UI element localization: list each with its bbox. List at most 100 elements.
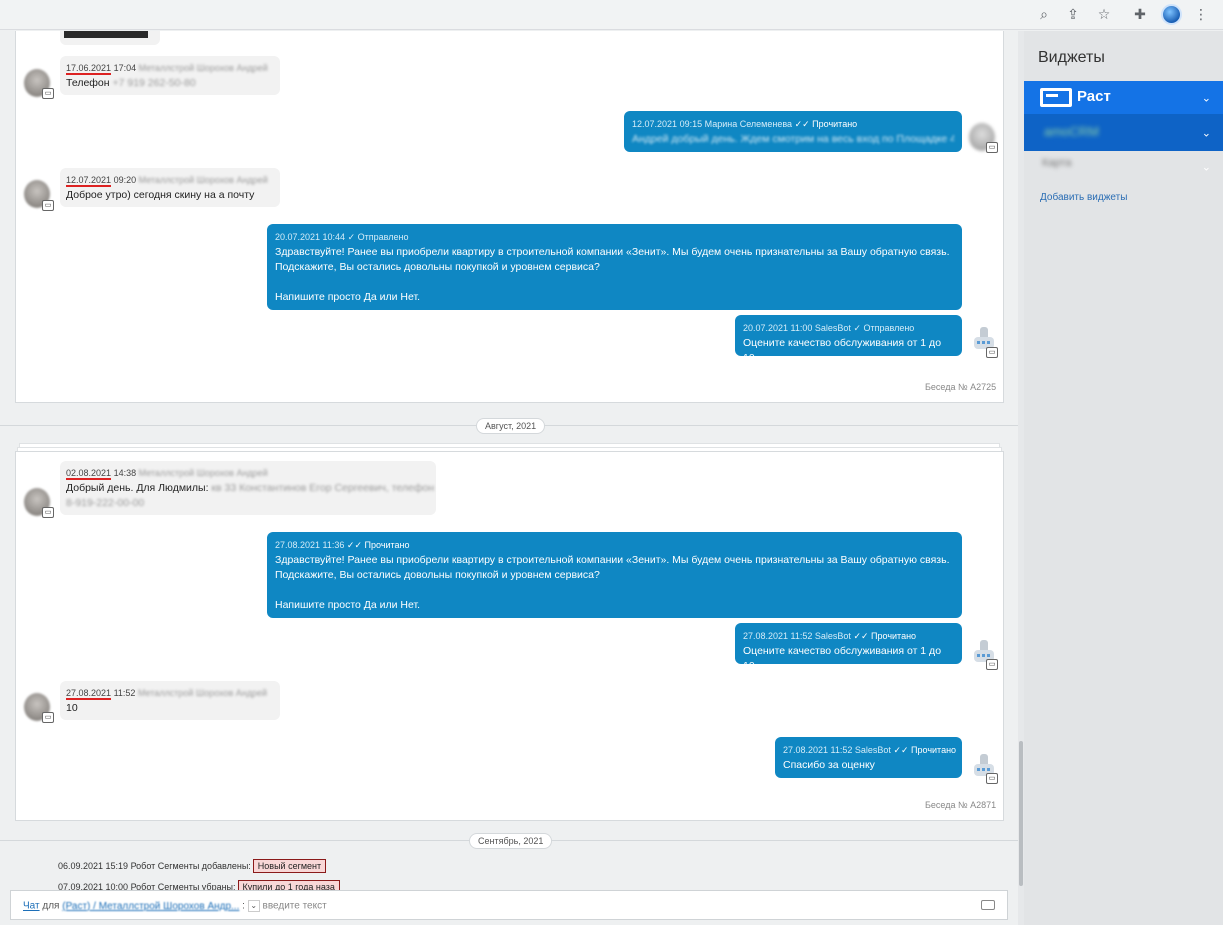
outgoing-message: 20.07.2021 11:00 SalesBot ✓ Отправлено О… xyxy=(735,315,962,364)
share-icon[interactable]: ⇪ xyxy=(1063,5,1083,25)
chevron-down-icon[interactable]: ⌄ xyxy=(247,900,260,912)
menu-icon[interactable]: ⋮ xyxy=(1191,5,1211,25)
chat-channel-icon: ▭ xyxy=(42,712,54,723)
message-text: Телефон xyxy=(66,77,110,89)
message-meta: 27.08.2021 11:36 ✓✓ Прочитано xyxy=(275,538,954,553)
incoming-message: 27.08.2021 11:52 Металлстрой Шорохов Анд… xyxy=(60,681,280,720)
for-label: для xyxy=(42,900,60,912)
message-meta: 02.08.2021 14:38 Металлстрой Шорохов Анд… xyxy=(66,466,430,481)
zoom-icon[interactable]: ⌕ xyxy=(1034,5,1054,25)
read-check-icon: ✓✓ xyxy=(853,631,869,641)
profile-icon[interactable] xyxy=(1161,4,1182,25)
message-time: 14:38 xyxy=(113,468,137,478)
message-time: 20.07.2021 10:44 xyxy=(275,232,346,242)
message-text-line: Здравствуйте! Ранее вы приобрели квартир… xyxy=(275,246,950,258)
message-status: Отправлено xyxy=(357,232,409,242)
message-text-line: Подскажите, Вы остались довольны покупко… xyxy=(275,261,600,273)
hidden-text: кв 33 Константинов Егор Сергеевич, телеф… xyxy=(211,482,435,494)
outgoing-message: 27.08.2021 11:52 SalesBot ✓✓ Прочитано С… xyxy=(775,737,962,778)
month-divider: Август, 2021 xyxy=(476,418,546,434)
message-text-line: Напишите просто Да или Нет. xyxy=(275,291,421,303)
outgoing-message: 27.08.2021 11:36 ✓✓ Прочитано Здравствуй… xyxy=(267,532,962,618)
message-status: Отправлено xyxy=(863,323,915,333)
star-icon[interactable]: ☆ xyxy=(1094,5,1114,25)
message-meta: 17.06.2021 17:04 Металлстрой Шорохов Анд… xyxy=(66,61,274,76)
widget-3[interactable]: Карта ⌄ xyxy=(1024,151,1223,183)
message-meta: 20.07.2021 10:44 ✓ Отправлено xyxy=(275,230,954,245)
hidden-phone: +7 919 262-50-80 xyxy=(112,77,196,89)
message-text-line: Подскажите, Вы остались довольны покупко… xyxy=(275,569,600,581)
read-check-icon: ✓✓ xyxy=(346,540,363,550)
chat-channel-icon: ▭ xyxy=(986,659,998,670)
hidden-text: Андрей добрый день. Ждем смотрим на весь… xyxy=(632,133,954,145)
incoming-message: 02.08.2021 14:38 Металлстрой Шорохов Анд… xyxy=(60,461,436,515)
chat-channel-icon: ▭ xyxy=(42,88,54,99)
conversation-number[interactable]: Беседа № A2725 xyxy=(925,382,996,392)
widget-2[interactable]: amoCRM ⌄ xyxy=(1024,114,1223,151)
message-text: Добрый день. Для Людмилы: xyxy=(66,482,209,494)
message-date: 02.08.2021 xyxy=(66,468,112,480)
message-meta: 27.08.2021 11:52 SalesBot ✓✓ Прочитано xyxy=(783,743,957,758)
message-time: 27.08.2021 11:52 SalesBot xyxy=(783,745,891,755)
author-name[interactable]: Марина Селеменева xyxy=(705,119,792,129)
chat-channel-icon: ▭ xyxy=(986,347,998,358)
conversation-number[interactable]: Беседа № A2871 xyxy=(925,800,996,810)
segment-tag[interactable]: Купили до 1 года наза xyxy=(237,880,340,890)
message-date: 17.06.2021 xyxy=(66,63,112,75)
message-status: Прочитано xyxy=(911,745,957,755)
message-text: Оцените качество обслуживания от 1 до 10 xyxy=(743,645,942,672)
outgoing-message: 20.07.2021 10:44 ✓ Отправлено Здравствуй… xyxy=(267,224,962,310)
read-check-icon: ✓✓ xyxy=(794,119,810,129)
message-time: 17:04 xyxy=(113,63,137,73)
message-text: Доброе утро) сегодня скину на а почту xyxy=(66,189,255,201)
browser-toolbar: ⌕ ⇪ ☆ ✚ ⋮ xyxy=(0,0,1223,30)
message-status: Прочитано xyxy=(364,540,410,550)
message-input-bar[interactable]: Чат для (Раст) / Металлстрой Шорохов Анд… xyxy=(10,890,1008,920)
system-event: 06.09.2021 15:19 Робот Сегменты добавлен… xyxy=(58,859,327,873)
image-message[interactable] xyxy=(60,31,160,45)
message-time: 27.08.2021 11:36 xyxy=(275,540,345,550)
author-name[interactable]: Металлстрой Шорохов Андрей xyxy=(138,688,267,698)
message-status: Прочитано xyxy=(871,631,917,641)
message-meta: 27.08.2021 11:52 Металлстрой Шорохов Анд… xyxy=(66,686,274,701)
chevron-down-icon[interactable]: ⌄ xyxy=(1202,161,1211,174)
author-name[interactable]: Металлстрой Шорохов Андрей xyxy=(139,63,268,73)
author-name[interactable]: Металлстрой Шорохов Андрей xyxy=(139,175,268,185)
widget-rast[interactable]: Раст ⌄ xyxy=(1024,81,1223,114)
sent-check-icon: ✓ xyxy=(853,323,861,333)
system-event-text: 06.09.2021 15:19 Робот Сегменты добавлен… xyxy=(58,861,251,871)
rast-logo-icon xyxy=(1040,88,1072,107)
message-text: 10 xyxy=(66,702,78,714)
outgoing-message: 27.08.2021 11:52 SalesBot ✓✓ Прочитано О… xyxy=(735,623,962,672)
message-time: 20.07.2021 11:00 SalesBot xyxy=(743,323,851,333)
conversation-card: ▭ 02.08.2021 14:38 Металлстрой Шорохов А… xyxy=(15,451,1004,821)
segment-tag[interactable]: Новый сегмент xyxy=(252,859,327,873)
image-thumbnail[interactable] xyxy=(64,31,148,38)
chevron-down-icon[interactable]: ⌄ xyxy=(1202,91,1211,104)
scrollbar-thumb[interactable] xyxy=(1019,741,1023,886)
message-time: 09:15 xyxy=(679,119,703,129)
chat-channel-icon: ▭ xyxy=(42,507,54,518)
author-name[interactable]: Металлстрой Шорохов Андрей xyxy=(139,468,268,478)
message-input[interactable]: введите текст xyxy=(263,901,327,912)
conversation-card: ▭ 17.06.2021 17:04 Металлстрой Шорохов А… xyxy=(15,31,1004,403)
message-time: 27.08.2021 11:52 SalesBot xyxy=(743,631,851,641)
read-check-icon: ✓✓ xyxy=(893,745,909,755)
sidebar-title: Виджеты xyxy=(1038,49,1105,66)
message-time: 11:52 xyxy=(113,688,136,698)
add-widgets-link[interactable]: Добавить виджеты xyxy=(1040,192,1127,203)
incoming-message: 12.07.2021 09:20 Металлстрой Шорохов Анд… xyxy=(60,168,280,207)
extensions-icon[interactable]: ✚ xyxy=(1130,5,1150,25)
month-divider: Сентябрь, 2021 xyxy=(469,833,553,849)
chat-channel-icon: ▭ xyxy=(42,200,54,211)
message-meta: 27.08.2021 11:52 SalesBot ✓✓ Прочитано xyxy=(743,629,954,644)
message-date: 12.07.2021 xyxy=(66,175,112,187)
message-date: 12.07.2021 xyxy=(632,119,678,129)
message-meta: 20.07.2021 11:00 SalesBot ✓ Отправлено xyxy=(743,321,954,336)
recipient-link[interactable]: (Раст) / Металлстрой Шорохов Андр... xyxy=(62,901,239,912)
widget-label: Раст xyxy=(1077,88,1111,105)
message-text-line: Здравствуйте! Ранее вы приобрели квартир… xyxy=(275,554,950,566)
chat-type-link[interactable]: Чат xyxy=(23,901,40,912)
chevron-down-icon[interactable]: ⌄ xyxy=(1202,126,1211,139)
keyboard-icon[interactable] xyxy=(981,900,995,910)
